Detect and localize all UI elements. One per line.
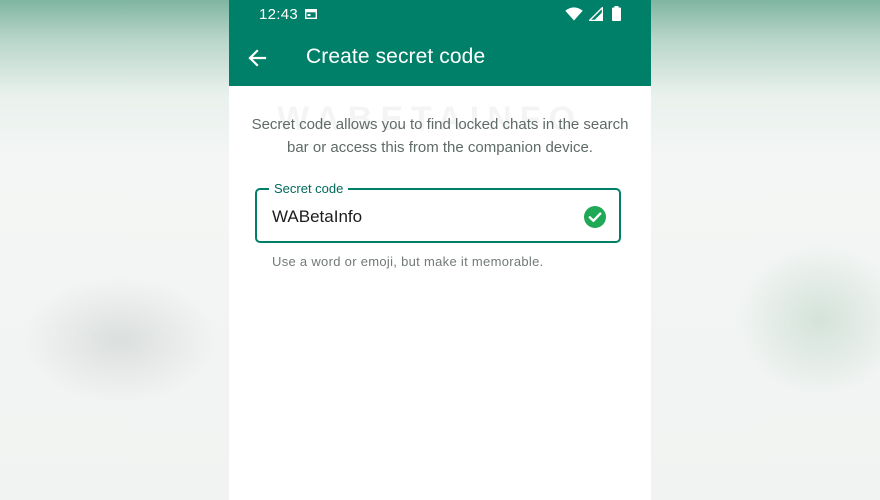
status-bar: 12:43 (229, 0, 651, 30)
check-circle-icon (584, 206, 606, 228)
page-title: Create secret code (306, 45, 486, 68)
back-button[interactable] (243, 44, 271, 72)
app-bar: Create secret code (229, 30, 651, 86)
helper-text: Use a word or emoji, but make it memorab… (272, 254, 544, 269)
description-text: Secret code allows you to find locked ch… (251, 116, 629, 156)
arrow-back-icon (248, 49, 267, 67)
secret-code-field[interactable]: Secret code WABetaInfo (255, 181, 621, 243)
secret-code-input[interactable]: WABetaInfo (272, 207, 362, 227)
phone-screen: 12:43 Create secret code Secret code all… (229, 0, 651, 500)
battery-icon (612, 6, 621, 21)
signal-icon (589, 7, 603, 21)
wifi-icon (565, 7, 583, 21)
status-time: 12:43 (259, 6, 299, 23)
secret-code-label: Secret code (269, 181, 349, 196)
calendar-icon (305, 9, 317, 19)
